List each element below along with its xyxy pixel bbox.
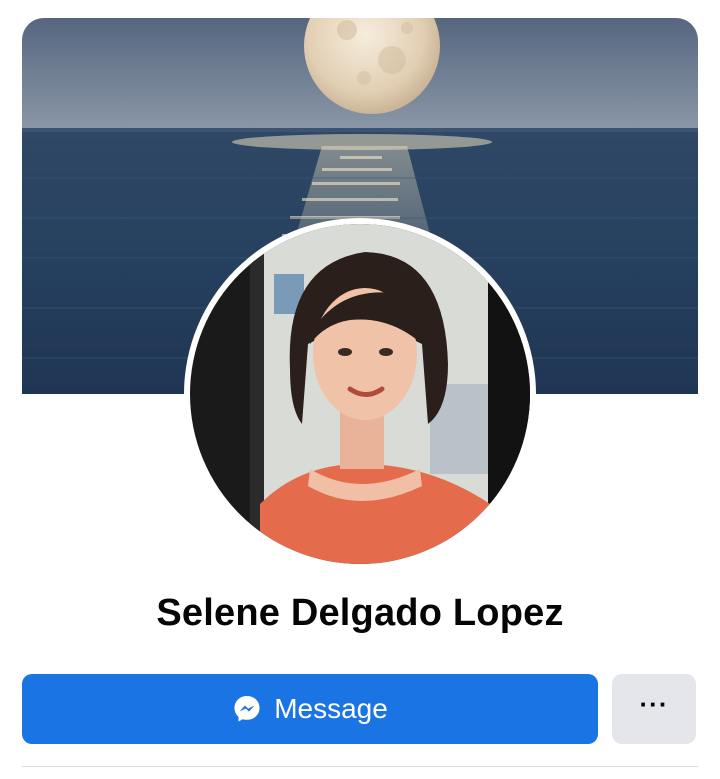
more-options-button[interactable]: ··· [612,674,696,744]
profile-name: Selene Delgado Lopez [156,592,564,634]
divider [22,766,698,767]
profile-picture[interactable] [184,218,536,570]
message-button-label: Message [274,693,388,724]
messenger-icon [234,696,260,722]
message-button[interactable]: Message [22,674,598,744]
avatar[interactable] [190,224,530,564]
avatar-image [190,224,530,564]
more-options-icon: ··· [639,689,669,719]
